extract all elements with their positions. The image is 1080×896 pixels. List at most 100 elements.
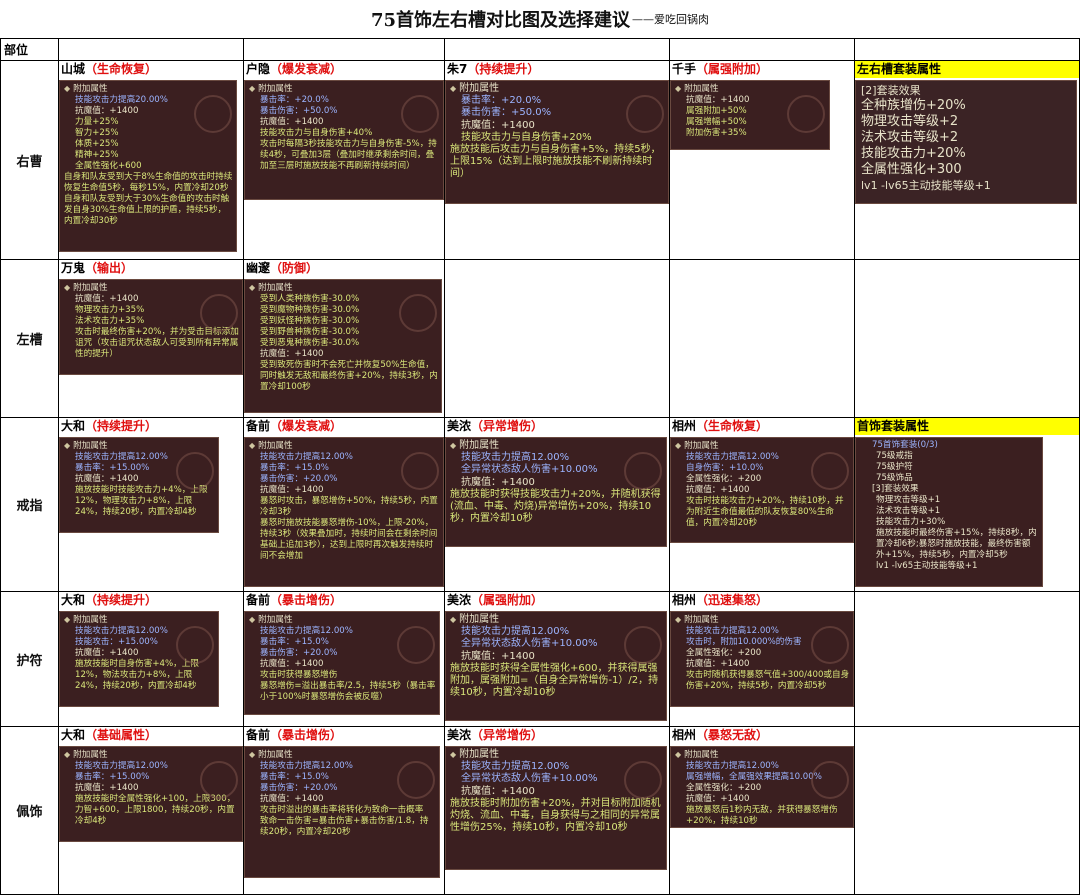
item-name-header: 大和（持续提升） <box>60 593 243 610</box>
item-name: 首饰套装属性 <box>857 419 930 433</box>
card-line: 施放暴怒后1秒内无敌，并获得暴怒增伤+20%，持续10秒 <box>686 805 838 826</box>
card-line: 技能攻击力与自身伤害+20% <box>461 131 592 143</box>
card-line: 攻击时获得暴怒增伤 <box>260 670 338 680</box>
card-line: 暴怒增伤=溢出暴击率/2.5，持续5秒（暴击率小于100%时暴怒增伤会被反噬） <box>260 681 436 702</box>
item-name-header: 山城（生命恢复） <box>60 62 243 79</box>
item-name-header: 相州（迅速集怒） <box>671 593 854 610</box>
diamond-bullet-icon: ◆ <box>675 441 682 450</box>
card-header-text: 附加属性 <box>459 749 500 760</box>
set-bonus-line: 全属性强化+300 <box>861 162 962 177</box>
card-line: 法术攻击等级+1 <box>876 506 941 516</box>
card-line: 75首饰套装(0/3) <box>872 440 938 450</box>
card-header: ◆ 附加属性 <box>64 282 239 294</box>
card-header: ◆ 附加属性 <box>450 614 663 626</box>
item-emblem-icon <box>624 761 662 799</box>
item-name-header: 左右槽套装属性 <box>855 61 1079 78</box>
card-header-text: 附加属性 <box>684 750 719 760</box>
diamond-bullet-icon: ◆ <box>249 750 256 759</box>
item-name: 大和 <box>61 419 86 433</box>
card-line: 物理攻击等级+1 <box>876 495 941 505</box>
card-line: 自身和队友受到大于30%生命值的攻击时触发自身30%生命值上限的护盾，持续5秒，… <box>64 194 230 226</box>
item-cell: 户隐（爆发衰减） ◆ 附加属性 暴击率：+20.0% 暴击伤害：+50.0% 抗魔值：+1… <box>243 60 445 260</box>
item-name: 相州 <box>672 728 697 742</box>
item-attribute-card: 75首饰套装(0/3) 75级戒指 75级护符 75级饰品 [3]套装效果 物理攻击等级+… <box>855 437 1043 587</box>
set-bonus-line: 全种族增伤+20% <box>861 98 966 113</box>
item-emblem-icon <box>811 452 849 490</box>
slot-label-right: 右曹 <box>0 60 59 260</box>
card-header-text: 附加属性 <box>684 441 719 451</box>
item-cell: 相州（暴怒无敌） ◆ 附加属性 技能攻击力提高12.00% 属强增幅，全属强效果提高10… <box>669 726 855 895</box>
page-title: 75首饰左右槽对比图及选择建议 ——爱吃回锅肉 <box>0 0 1080 38</box>
card-header: ◆ 附加属性 <box>64 83 233 95</box>
item-emblem-icon <box>626 95 664 133</box>
card-line: 75级护符 <box>876 462 913 472</box>
card-line: 攻击时技能攻击力+20%，持续10秒，并为附近生命值最低的队友恢复80%生命值，… <box>686 496 844 528</box>
item-attribute-card: ◆ 附加属性 技能攻击力提高12.00% 暴击率：+15.0% 暴击伤害：+20.0% 抗… <box>244 611 440 715</box>
item-emblem-icon <box>787 95 825 133</box>
card-header: ◆ 附加属性 <box>675 83 826 95</box>
item-name: 左右槽套装属性 <box>857 62 942 76</box>
card-line: 暴怒时攻击，暴怒增伤+50%，持续5秒，内置冷却3秒 <box>260 496 438 517</box>
diamond-bullet-icon: ◆ <box>64 441 71 450</box>
item-emblem-icon <box>401 452 439 490</box>
item-name-header: 幽邃（防御） <box>245 261 444 278</box>
item-name: 朱7 <box>447 62 468 76</box>
diamond-bullet-icon: ◆ <box>249 441 256 450</box>
item-name-header: 万鬼（输出） <box>60 261 243 278</box>
title-main: 75首饰左右槽对比图及选择建议 <box>370 10 631 31</box>
card-header-text: 附加属性 <box>258 283 293 293</box>
header-label-slot: 部位 <box>0 38 59 61</box>
card-header: ◆ 附加属性 <box>64 440 215 452</box>
card-line: 技能攻击力+30% <box>876 517 946 527</box>
item-cell: 大和（基础属性） ◆ 附加属性 技能攻击力提高12.00% 暴击率：+15.00% 抗魔值… <box>58 726 244 895</box>
card-line: 致命一击伤害=暴击伤害+暴击伤害/1.8，持续20秒，内置冷却20秒 <box>260 816 429 837</box>
item-attribute-tag: （异常增伤） <box>471 419 544 433</box>
diamond-bullet-icon: ◆ <box>64 84 71 93</box>
item-attribute-tag: （持续提升） <box>467 62 540 76</box>
item-name: 美浓 <box>447 419 472 433</box>
item-attribute-card: ◆ 附加属性 技能攻击力提高12.00% 暴击率：+15.0% 暴击伤害：+20.0% 抗… <box>244 746 440 878</box>
item-attribute-card: ◆ 附加属性 技能攻击力提高12.00% 全异常状态敌人伤害+10.00% 抗魔值：+1… <box>445 746 667 870</box>
item-name: 大和 <box>61 728 86 742</box>
set-bonus-line: 技能攻击力+20% <box>861 146 966 161</box>
diamond-bullet-icon: ◆ <box>249 283 256 292</box>
item-attribute-tag: （属强附加） <box>696 62 769 76</box>
item-emblem-icon <box>624 452 662 490</box>
card-header-text: 附加属性 <box>73 283 108 293</box>
item-attribute-tag: （暴怒无敌） <box>696 728 769 742</box>
item-emblem-icon <box>194 95 232 133</box>
item-name-header: 千手（属强附加） <box>671 62 854 79</box>
card-line: 攻击时随机获得暴怒气值+300/400或自身伤害+20%，持续5秒，内置冷却5秒 <box>686 670 850 691</box>
diamond-bullet-icon: ◆ <box>64 750 71 759</box>
item-cell: 备前（暴击增伤） ◆ 附加属性 技能攻击力提高12.00% 暴击率：+15.0% 暴击伤害… <box>243 726 445 895</box>
item-cell: 大和（持续提升） ◆ 附加属性 技能攻击力提高12.00% 暴击率：+15.00% 抗魔值… <box>58 417 244 592</box>
item-attribute-card: ◆ 附加属性 技能攻击力提高12.00% 攻击时，附加10.000%的伤害 全属性强化：… <box>670 611 854 707</box>
item-attribute-tag: （爆发衰减） <box>270 62 343 76</box>
item-name: 幽邃 <box>246 261 271 275</box>
item-emblem-icon <box>176 626 214 664</box>
set-bonus-line: lv1 -lv65主动技能等级+1 <box>861 179 991 192</box>
card-line: 施放技能时最终伤害+15%，持续8秒，内置冷却6秒;暴怒时施放技能，最终伤害额外… <box>876 528 1037 560</box>
item-attribute-tag: （迅速集怒） <box>696 593 769 607</box>
item-attribute-card: ◆ 附加属性 技能攻击力提高12.00% 技能攻击：+15.00% 抗魔值：+1400 施… <box>59 611 219 707</box>
card-header-text: 附加属性 <box>73 750 108 760</box>
item-name: 美浓 <box>447 728 472 742</box>
item-name: 备前 <box>246 419 271 433</box>
set-bonus-line: [2]套装效果 <box>861 84 921 97</box>
item-cell: 相州（生命恢复） ◆ 附加属性 技能攻击力提高12.00% 自身伤害：+10.0% 全属性… <box>669 417 855 592</box>
item-attribute-tag: （防御） <box>270 261 319 275</box>
set-bonus-card: [2]套装效果 全种族增伤+20% 物理攻击等级+2 法术攻击等级+2 技能攻击力+20… <box>855 80 1077 204</box>
item-name-header: 备前（爆发衰减） <box>245 419 444 436</box>
card-header-text: 附加属性 <box>459 440 500 451</box>
card-header: ◆ 附加属性 <box>249 83 440 95</box>
item-name-header: 备前（暴击增伤） <box>245 728 444 745</box>
slot-label-ring: 戒指 <box>0 417 59 592</box>
item-attribute-tag: （生命恢复） <box>696 419 769 433</box>
diamond-bullet-icon: ◆ <box>450 615 457 624</box>
diamond-bullet-icon: ◆ <box>675 615 682 624</box>
item-name-header: 朱7（持续提升） <box>446 62 669 79</box>
diamond-bullet-icon: ◆ <box>64 615 71 624</box>
item-name-header: 美浓（异常增伤） <box>446 728 669 745</box>
item-emblem-icon <box>399 294 437 332</box>
diamond-bullet-icon: ◆ <box>249 84 256 93</box>
